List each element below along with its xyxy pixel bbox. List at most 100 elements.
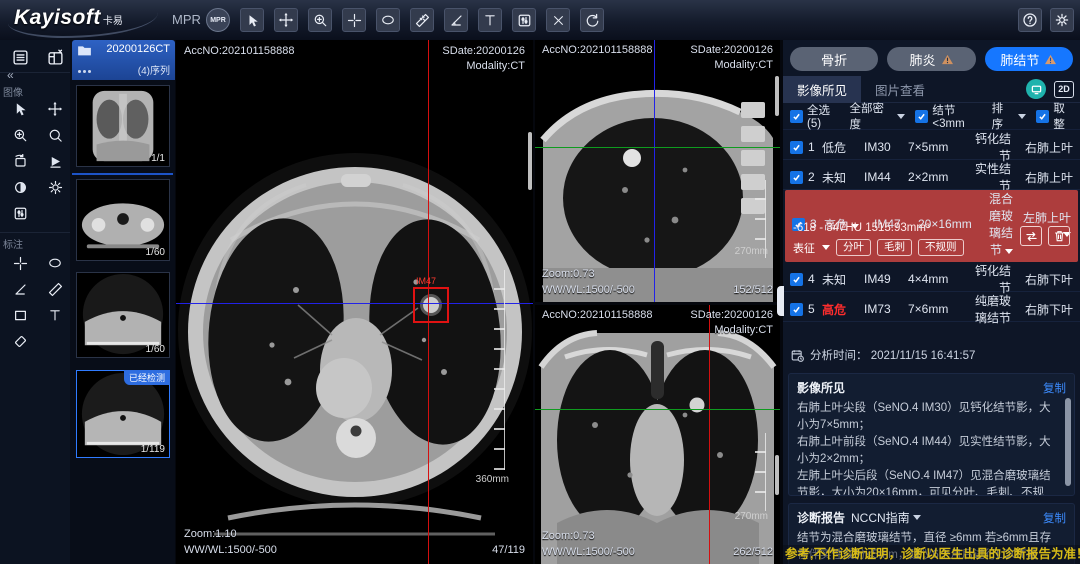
checkbox-checked-icon[interactable]	[790, 141, 803, 154]
relocate-nodule-button[interactable]	[1020, 226, 1042, 246]
help-button[interactable]	[1018, 8, 1042, 32]
measure-tool-button[interactable]	[410, 8, 434, 32]
copy-report-button[interactable]: 复制	[1043, 510, 1066, 526]
side-ellipse-button[interactable]	[44, 252, 66, 274]
side-brightness-button[interactable]	[44, 176, 66, 198]
side-invert-button[interactable]	[9, 176, 31, 198]
thumbnail-counter: 1/60	[146, 247, 165, 258]
mpr-mode-icon[interactable]: MPR	[206, 8, 230, 32]
image-tools-label: 图像	[3, 84, 23, 99]
side-text-button[interactable]	[44, 304, 66, 326]
coronal-slice-scrollbar[interactable]	[775, 455, 779, 495]
delete-nodule-button[interactable]	[1048, 226, 1070, 246]
thumbnail-series-4-selected[interactable]: 已经检测 1/119	[76, 370, 170, 458]
nodule-row-4[interactable]: 4 未知 IM49 4×4mm 钙化结节 右肺下叶	[783, 262, 1080, 292]
series-list-button[interactable]	[9, 46, 31, 68]
brightness-icon	[48, 180, 63, 195]
crosshair-tool-button[interactable]	[342, 8, 366, 32]
density-dropdown[interactable]: 全部密度	[850, 100, 906, 132]
coronal-crosshair-horizontal[interactable]	[535, 409, 780, 410]
pan-tool-button[interactable]	[274, 8, 298, 32]
annotate-tools-label: 标注	[3, 236, 23, 251]
select-all-checkbox[interactable]: 全选(5)	[790, 102, 840, 130]
thumbnail-series-3[interactable]: 1/60	[76, 272, 170, 358]
nodule-type-dropdown[interactable]: 混合磨玻璃结节	[984, 190, 1013, 258]
feature-tag[interactable]: 分叶	[836, 239, 871, 256]
checkbox-checked-icon[interactable]	[790, 171, 803, 184]
module-fracture-button[interactable]: 骨折	[790, 47, 878, 71]
play-icon	[48, 154, 63, 169]
coronal-viewport[interactable]: 270mm AccNO:202101158888 SDate:20200126 …	[535, 305, 780, 564]
findings-scrollbar[interactable]	[1065, 398, 1071, 486]
axial-crosshair-horizontal[interactable]	[176, 303, 533, 304]
nodule-size: 7×6mm	[908, 302, 974, 316]
nodule-row-1[interactable]: 1 低危 IM30 7×5mm 钙化结节 右肺上叶	[783, 130, 1080, 160]
feature-dropdown[interactable]: 表征	[793, 240, 830, 256]
select-all-label: 全选(5)	[807, 102, 840, 130]
gear-icon	[1054, 12, 1070, 28]
coronal-crosshair-vertical[interactable]	[709, 305, 710, 564]
side-cursor-button[interactable]	[9, 98, 31, 120]
thumbnail-scout[interactable]: 1/1	[76, 85, 170, 167]
settings-button[interactable]	[1050, 8, 1074, 32]
side-rect-button[interactable]	[9, 304, 31, 326]
mpr-link-icon[interactable]	[1026, 79, 1046, 99]
sagittal-slice-scrollbar[interactable]	[775, 76, 779, 116]
side-play-button[interactable]	[44, 150, 66, 172]
side-eraser-button[interactable]	[9, 330, 31, 352]
module-lung-nodule-button[interactable]: 肺结节	[985, 47, 1073, 71]
tab-image-view[interactable]: 图片查看	[861, 76, 939, 103]
side-measure-button[interactable]	[44, 278, 66, 300]
feature-tag[interactable]: 毛刺	[877, 239, 912, 256]
side-angle-button[interactable]	[9, 278, 31, 300]
cursor-tool-button[interactable]	[240, 8, 264, 32]
text-icon	[483, 13, 497, 27]
ellipse-tool-button[interactable]	[376, 8, 400, 32]
tab-imaging-findings[interactable]: 影像所见	[783, 76, 861, 103]
reset-button[interactable]	[580, 8, 604, 32]
nodule-detect-box[interactable]	[413, 287, 449, 323]
axial-viewport[interactable]: IM47 360mm AccNO:202101158888 SDate:2020…	[176, 40, 533, 564]
side-crosshair-button[interactable]	[9, 252, 31, 274]
angle-tool-button[interactable]	[444, 8, 468, 32]
copy-findings-button[interactable]: 复制	[1043, 380, 1066, 396]
zoom-tool-button[interactable]	[308, 8, 332, 32]
sort-dropdown[interactable]: 排序	[992, 100, 1027, 132]
view-2d-toggle[interactable]: 2D	[1054, 81, 1074, 98]
sagittal-viewport[interactable]: 270mm AccNO:202101158888 SDate:20200126 …	[535, 40, 780, 302]
pan-icon	[278, 12, 294, 28]
series-thumbnail-panel: 20200126CT (4)序列 1/1	[70, 40, 175, 564]
nodule-row-3-selected[interactable]: 3 高危 IM47 20×16mm 混合磨玻璃结节 左肺上叶 -618 - 34…	[785, 190, 1078, 262]
checkbox-checked-icon[interactable]	[790, 303, 803, 316]
ruler-icon	[415, 13, 430, 28]
guideline-dropdown[interactable]: NCCN指南	[851, 509, 921, 526]
nodule-row-2[interactable]: 2 未知 IM44 2×2mm 实性结节 右肺上叶	[783, 160, 1080, 190]
thumbnail-series-2[interactable]: 1/60	[76, 179, 170, 261]
window-level-button[interactable]	[512, 8, 536, 32]
round-checkbox[interactable]: 取整	[1036, 100, 1073, 132]
collapse-sidebar-control[interactable]: «	[7, 68, 14, 82]
side-window-level-button[interactable]	[9, 202, 31, 224]
layout-button[interactable]	[44, 46, 66, 68]
axial-slice-counter: 47/119	[492, 543, 525, 558]
side-magnify-button[interactable]	[44, 124, 66, 146]
side-zoom-in-button[interactable]	[9, 124, 31, 146]
checkbox-checked-icon	[790, 110, 803, 123]
sagittal-crosshair-horizontal[interactable]	[535, 147, 780, 148]
module-pneumonia-button[interactable]: 肺炎	[887, 47, 975, 71]
panel-collapse-handle[interactable]	[777, 286, 784, 316]
sagittal-crosshair-vertical[interactable]	[654, 40, 655, 302]
side-pan-button[interactable]	[44, 98, 66, 120]
side-rotate-button[interactable]	[9, 150, 31, 172]
nodule-filters: 全选(5) 全部密度 结节<3mm 排序 取整	[783, 103, 1080, 130]
feature-tag[interactable]: 不规则	[918, 239, 964, 256]
checkbox-checked-icon[interactable]	[790, 273, 803, 286]
more-icon[interactable]	[78, 70, 96, 74]
study-tab[interactable]: 20200126CT (4)序列	[72, 40, 175, 80]
text-tool-button[interactable]	[478, 8, 502, 32]
small-nodule-checkbox[interactable]: 结节<3mm	[915, 102, 981, 130]
nodule-row-5[interactable]: 5 高危 IM73 7×6mm 纯磨玻璃结节 右肺下叶	[783, 292, 1080, 322]
close-clear-button[interactable]	[546, 8, 570, 32]
axial-slice-scrollbar[interactable]	[528, 132, 532, 190]
axial-ruler-label: 360mm	[476, 474, 509, 485]
